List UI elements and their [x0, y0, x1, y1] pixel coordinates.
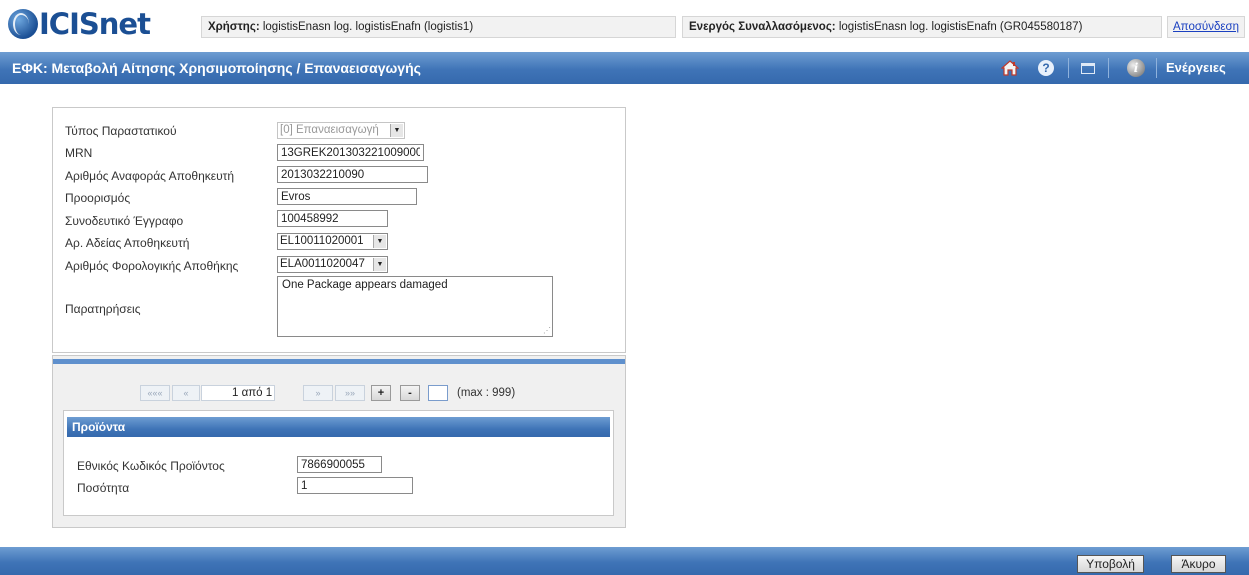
quantity-input[interactable]: [297, 477, 413, 494]
user-label: Χρήστης:: [208, 21, 260, 33]
license-select[interactable]: EL10011020001 ▼: [277, 233, 388, 250]
destination-input[interactable]: [277, 188, 417, 205]
page-indicator: 1 από 1: [201, 385, 275, 401]
user-info: Χρήστης: logistisEnasn log. logistisEnaf…: [201, 16, 676, 38]
product-code-label: Εθνικός Κωδικός Προϊόντος: [77, 459, 225, 473]
first-page-button[interactable]: «««: [140, 385, 170, 401]
product-code-input[interactable]: [297, 456, 382, 473]
user-value: logistisEnasn log. logistisEnafn (logist…: [262, 21, 474, 33]
page-title: ΕΦΚ: Μεταβολή Αίτησης Χρησιμοποίησης / Ε…: [12, 60, 421, 76]
icisnet-logo: ICISnet: [8, 7, 151, 41]
actions-menu[interactable]: Ενέργειες: [1166, 60, 1226, 75]
remove-item-button[interactable]: -: [400, 385, 420, 401]
page-title-bar: ΕΦΚ: Μεταβολή Αίτησης Χρησιμοποίησης / Ε…: [0, 52, 1249, 84]
chevron-down-icon: ▼: [373, 235, 386, 248]
toolbar-divider: [1068, 58, 1069, 78]
accompanying-doc-input[interactable]: [277, 210, 388, 227]
toolbar-divider: [1108, 58, 1109, 78]
footer-bar: Υποβολή Άκυρο: [0, 547, 1249, 575]
warehouse-ref-label: Αριθμός Αναφοράς Αποθηκευτή: [65, 169, 235, 183]
logo-text: ICISnet: [39, 7, 151, 41]
last-page-button[interactable]: »»: [335, 385, 365, 401]
mrn-input[interactable]: [277, 144, 424, 161]
mrn-label: MRN: [65, 146, 93, 160]
toolbar-divider: [1156, 58, 1157, 78]
tax-warehouse-select[interactable]: ELA0011020047 ▼: [277, 256, 388, 273]
next-page-button[interactable]: »: [303, 385, 333, 401]
submit-button[interactable]: Υποβολή: [1077, 555, 1144, 573]
help-icon[interactable]: ?: [1036, 58, 1056, 78]
chevron-down-icon: ▼: [373, 258, 386, 271]
tax-warehouse-label: Αριθμός Φορολογικής Αποθήκης: [65, 259, 239, 273]
section-divider-bar: [53, 359, 625, 364]
home-icon[interactable]: [1000, 58, 1020, 78]
doc-type-select: [0] Επαναεισαγωγή ▼: [277, 122, 405, 139]
remarks-label: Παρατηρήσεις: [65, 302, 141, 316]
trader-value: logistisEnasn log. logistisEnafn (GR0455…: [838, 21, 1083, 33]
page-number-input[interactable]: [428, 385, 448, 401]
add-item-button[interactable]: +: [371, 385, 391, 401]
destination-label: Προορισμός: [65, 191, 131, 205]
info-icon[interactable]: i: [1126, 58, 1146, 78]
warehouse-ref-input[interactable]: [277, 166, 428, 183]
resize-grip-icon[interactable]: ⋰: [543, 326, 551, 335]
chevron-down-icon: ▼: [390, 124, 403, 137]
max-items-text: (max : 999): [457, 387, 516, 399]
window-icon[interactable]: [1078, 58, 1098, 78]
globe-icon: [8, 9, 38, 39]
products-header: Προϊόντα: [67, 417, 610, 437]
license-label: Αρ. Αδείας Αποθηκευτή: [65, 236, 190, 250]
trader-label: Ενεργός Συναλλασόμενος:: [689, 21, 836, 33]
remarks-textarea[interactable]: One Package appears damaged ⋰: [277, 276, 553, 337]
trader-info: Ενεργός Συναλλασόμενος: logistisEnasn lo…: [682, 16, 1162, 38]
prev-page-button[interactable]: «: [172, 385, 200, 401]
accompanying-doc-label: Συνοδευτικό Έγγραφο: [65, 214, 184, 228]
logout-link[interactable]: Αποσύνδεση: [1167, 16, 1245, 38]
product-panel: Προϊόντα Εθνικός Κωδικός Προϊόντος Ποσότ…: [63, 410, 614, 516]
quantity-label: Ποσότητα: [77, 481, 130, 495]
doc-type-label: Τύπος Παραστατικού: [65, 124, 177, 138]
application-form: Τύπος Παραστατικού [0] Επαναεισαγωγή ▼ MR…: [52, 107, 626, 353]
top-header: ICISnet Χρήστης: logistisEnasn log. logi…: [0, 0, 1249, 46]
cancel-button[interactable]: Άκυρο: [1171, 555, 1226, 573]
